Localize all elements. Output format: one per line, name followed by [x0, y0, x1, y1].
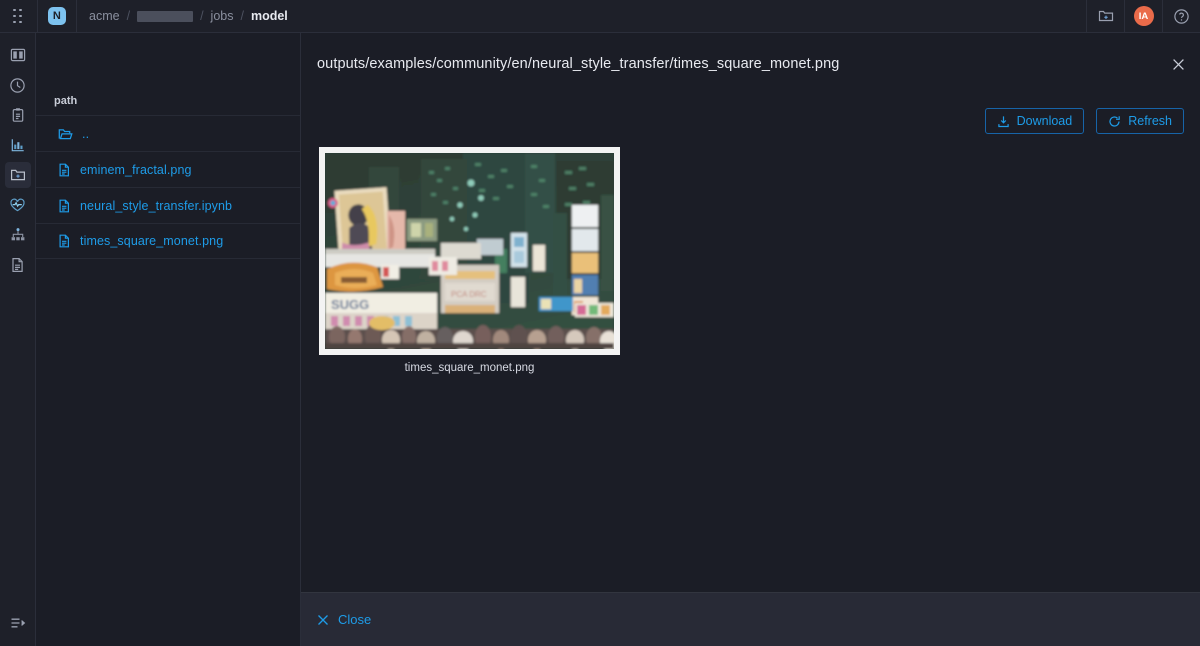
file-browser-panel: path .. eminem_fractal.png neural_style_…: [36, 33, 301, 646]
chart-bar-icon: [10, 137, 26, 153]
list-item[interactable]: ..: [36, 115, 300, 151]
download-icon: [997, 115, 1010, 128]
preview-image[interactable]: SUGG PCA DRC: [325, 153, 614, 349]
breadcrumb-item-acme[interactable]: acme: [89, 9, 120, 23]
file-icon: [58, 163, 71, 177]
folder-open-icon: [58, 127, 73, 141]
grip-dots-icon[interactable]: [0, 0, 37, 33]
refresh-icon: [1108, 115, 1121, 128]
list-item-label: ..: [82, 126, 90, 141]
thumbnail-caption: times_square_monet.png: [404, 362, 535, 374]
top-bar-actions: IA: [1086, 0, 1200, 33]
breadcrumb-separator: /: [200, 9, 204, 23]
clipboard-icon: [10, 107, 26, 123]
folder-add-icon: [10, 167, 26, 183]
avatar-initials: IA: [1133, 6, 1154, 26]
preview-footer: Close: [301, 592, 1200, 646]
times-square-monet-render: SUGG PCA DRC: [325, 153, 614, 349]
list-item[interactable]: eminem_fractal.png: [36, 151, 300, 187]
list-item[interactable]: neural_style_transfer.ipynb: [36, 187, 300, 223]
page-title: outputs/examples/community/en/neural_sty…: [317, 56, 840, 72]
list-item-label: times_square_monet.png: [80, 234, 224, 248]
breadcrumb-item-jobs[interactable]: jobs: [211, 9, 234, 23]
download-button-label: Download: [1016, 114, 1073, 128]
list-item-label: neural_style_transfer.ipynb: [80, 198, 233, 213]
image-thumbnail-card[interactable]: SUGG PCA DRC: [319, 147, 620, 355]
preview-body: SUGG PCA DRC times_square_monet.png: [301, 147, 1200, 374]
app-logo-text: N: [48, 7, 66, 25]
clock-icon: [9, 77, 26, 94]
heart-pulse-icon: [9, 197, 26, 213]
sidebar-item-reports[interactable]: [5, 102, 31, 128]
close-button[interactable]: Close: [317, 612, 371, 627]
sidebar-item-metrics[interactable]: [5, 132, 31, 158]
sidebar-item-topology[interactable]: [5, 222, 31, 248]
sidebar-collapse-toggle[interactable]: [5, 610, 31, 636]
sitemap-icon: [10, 227, 26, 243]
collapse-panel-icon: [10, 616, 26, 630]
close-icon: [317, 614, 329, 626]
list-item-label: eminem_fractal.png: [80, 162, 192, 177]
panels-icon: [10, 47, 26, 63]
top-bar: N acme / / jobs / model IA: [0, 0, 1200, 33]
sidebar-item-files[interactable]: [4, 162, 31, 188]
sidebar-item-health[interactable]: [5, 192, 31, 218]
refresh-button[interactable]: Refresh: [1096, 108, 1184, 134]
breadcrumb-item-model[interactable]: model: [251, 9, 288, 23]
breadcrumb-separator: /: [240, 9, 244, 23]
sidebar-rail: [0, 33, 36, 646]
breadcrumb: acme / / jobs / model: [77, 0, 288, 33]
close-button-label: Close: [338, 612, 372, 627]
file-icon: [58, 199, 71, 213]
refresh-button-label: Refresh: [1128, 114, 1172, 128]
file-icon: [58, 234, 71, 248]
breadcrumb-item-project-redacted[interactable]: [137, 10, 194, 22]
download-button[interactable]: Download: [984, 108, 1085, 134]
document-icon: [10, 257, 25, 273]
file-list-column-header: path: [54, 95, 78, 107]
help-circle-icon[interactable]: [1163, 0, 1200, 33]
sidebar-item-history[interactable]: [5, 72, 31, 98]
close-icon: [1172, 58, 1185, 71]
file-preview-panel: outputs/examples/community/en/neural_sty…: [301, 33, 1200, 646]
preview-toolbar: Download Refresh: [301, 95, 1200, 147]
sidebar-item-panels[interactable]: [5, 42, 31, 68]
folder-add-icon[interactable]: [1087, 0, 1124, 33]
sidebar-item-logs[interactable]: [5, 252, 31, 278]
list-item[interactable]: times_square_monet.png: [36, 223, 300, 259]
preview-header: outputs/examples/community/en/neural_sty…: [301, 33, 1200, 95]
panel-close-button[interactable]: [1156, 33, 1200, 95]
avatar[interactable]: IA: [1125, 0, 1162, 33]
breadcrumb-separator: /: [126, 9, 131, 23]
app-logo[interactable]: N: [38, 0, 76, 33]
